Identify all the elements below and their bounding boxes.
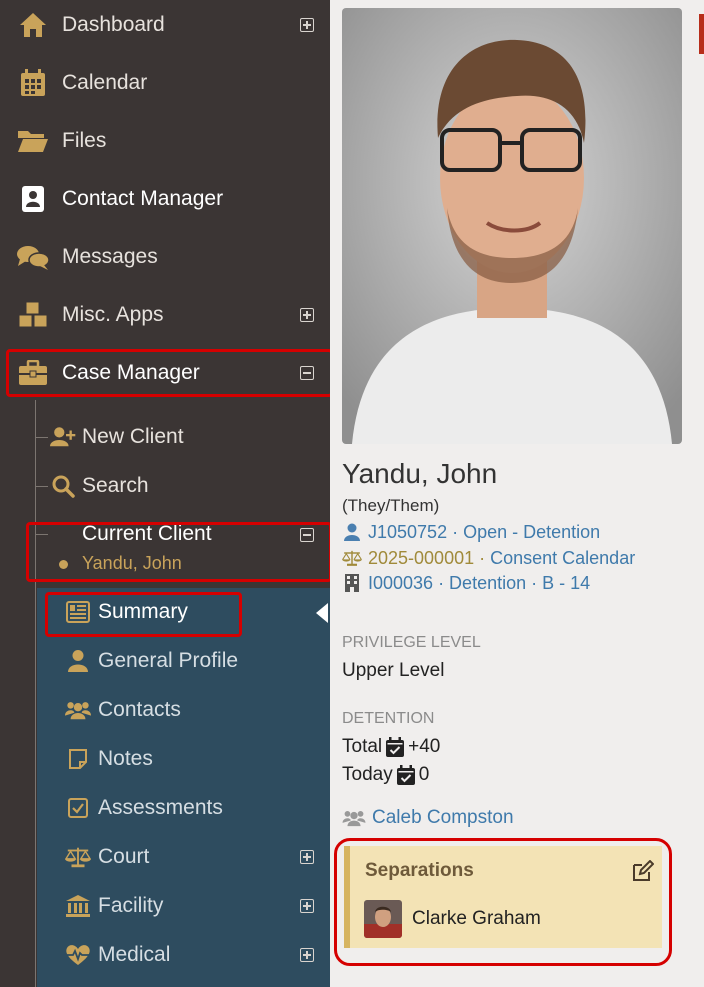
calendar-check-icon	[396, 765, 415, 785]
users-icon	[65, 697, 91, 723]
privilege-heading: PRIVILEGE LEVEL	[342, 634, 481, 651]
user-icon	[65, 648, 91, 674]
detention-total: Total +40	[342, 736, 440, 758]
heartbeat-icon	[65, 942, 91, 968]
menu-contacts[interactable]: Contacts	[37, 688, 330, 732]
check-square-icon	[65, 795, 91, 821]
scales-icon	[65, 844, 91, 870]
menu-label: Assessments	[98, 796, 223, 819]
nav-label: Misc. Apps	[62, 303, 164, 326]
nav-label: Messages	[62, 245, 158, 268]
sub-label: Search	[82, 474, 149, 497]
menu-label: Facility	[98, 894, 164, 917]
cubes-icon	[16, 298, 50, 332]
sidebar: Dashboard Calendar Files Contact Manager…	[0, 0, 333, 987]
client-name: Yandu, John	[342, 458, 498, 489]
booking-status-link[interactable]: Open - Detention	[463, 522, 600, 543]
expand-icon[interactable]	[300, 948, 314, 962]
home-icon	[16, 8, 50, 42]
detention-heading: DETENTION	[342, 710, 435, 727]
nav-label: Dashboard	[62, 13, 165, 36]
nav-files[interactable]: Files	[0, 116, 330, 166]
highlight-summary	[45, 592, 242, 637]
user-icon	[342, 523, 362, 541]
nav-label: Files	[62, 129, 107, 152]
menu-facility[interactable]: Facility	[37, 884, 330, 928]
total-label: Total	[342, 736, 383, 757]
today-label: Today	[342, 764, 393, 785]
highlight-current-client	[26, 522, 332, 582]
today-value: 0	[418, 764, 430, 785]
highlight-case-manager	[6, 349, 333, 397]
case-line: 2025-000001 · Consent Calendar	[342, 547, 635, 569]
contact-card-icon	[16, 182, 50, 216]
building-icon	[342, 574, 362, 592]
contact-link[interactable]: Caleb Compston	[372, 807, 514, 829]
calendar-icon	[16, 66, 50, 100]
menu-general-profile[interactable]: General Profile	[37, 639, 330, 683]
nav-dashboard[interactable]: Dashboard	[0, 0, 330, 50]
case-number[interactable]: 2025-000001	[368, 548, 474, 569]
booking-id-link[interactable]: J1050752	[368, 522, 447, 543]
sub-label: New Client	[82, 425, 184, 448]
nav-messages[interactable]: Messages	[0, 232, 330, 282]
client-pronouns: (They/Them)	[342, 496, 440, 515]
calendar-check-icon	[386, 737, 405, 757]
total-value: +40	[408, 736, 441, 757]
note-icon	[65, 746, 91, 772]
menu-assessments[interactable]: Assessments	[37, 786, 330, 830]
sub-search[interactable]: Search	[0, 464, 330, 508]
facility-info[interactable]: I000036 · Detention · B - 14	[368, 573, 590, 594]
facility-line: I000036 · Detention · B - 14	[342, 572, 590, 594]
booking-line: J1050752 · Open - Detention	[342, 521, 600, 543]
nav-calendar[interactable]: Calendar	[0, 58, 330, 108]
scales-icon	[342, 549, 362, 567]
contact-line: Caleb Compston	[342, 807, 514, 829]
menu-label: Court	[98, 845, 150, 868]
folder-icon	[16, 124, 50, 158]
user-plus-icon	[50, 424, 76, 450]
nav-contact-manager[interactable]: Contact Manager	[0, 174, 330, 224]
nav-misc-apps[interactable]: Misc. Apps	[0, 290, 330, 340]
menu-notes[interactable]: Notes	[37, 737, 330, 781]
client-photo	[342, 8, 682, 444]
expand-icon[interactable]	[300, 850, 314, 864]
expand-icon[interactable]	[300, 18, 314, 32]
expand-icon[interactable]	[300, 308, 314, 322]
menu-court[interactable]: Court	[37, 835, 330, 879]
users-icon	[342, 809, 366, 827]
sub-new-client[interactable]: New Client	[0, 415, 330, 459]
search-icon	[50, 473, 76, 499]
nav-label: Contact Manager	[62, 187, 224, 210]
panel-edge-marker	[699, 14, 704, 54]
menu-label: Medical	[98, 943, 171, 966]
case-calendar-link[interactable]: Consent Calendar	[490, 548, 635, 569]
menu-label: Notes	[98, 747, 153, 770]
privilege-value: Upper Level	[342, 660, 445, 681]
nav-label: Calendar	[62, 71, 148, 94]
chat-bubbles-icon	[16, 240, 50, 274]
building-columns-icon	[65, 893, 91, 919]
detention-today: Today 0	[342, 764, 429, 786]
menu-medical[interactable]: Medical	[37, 933, 330, 977]
menu-label: Contacts	[98, 698, 181, 721]
highlight-separations	[334, 838, 672, 966]
collapse-arrow-icon[interactable]	[316, 603, 328, 623]
expand-icon[interactable]	[300, 899, 314, 913]
menu-label: General Profile	[98, 649, 239, 672]
